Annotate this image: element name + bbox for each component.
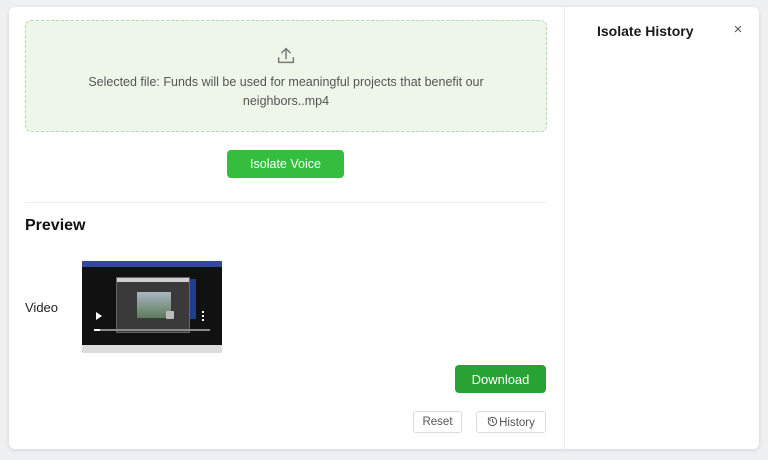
file-upload-zone[interactable]: Selected file: Funds will be used for me…: [25, 20, 547, 132]
app-card: Selected file: Funds will be used for me…: [9, 7, 759, 449]
section-divider: [25, 202, 546, 203]
history-button-label: History: [499, 416, 535, 429]
isolate-voice-button[interactable]: Isolate Voice: [227, 150, 344, 178]
video-progress-bar[interactable]: [94, 329, 210, 331]
video-preview[interactable]: [82, 261, 222, 353]
volume-icon[interactable]: [166, 311, 174, 319]
video-frame-window: [116, 277, 190, 333]
play-icon[interactable]: [96, 312, 102, 320]
upload-icon: [277, 47, 295, 64]
history-button[interactable]: History: [476, 411, 546, 433]
video-label: Video: [25, 300, 59, 315]
video-frame: [82, 267, 222, 345]
history-icon: [487, 416, 498, 426]
download-button[interactable]: Download: [455, 365, 546, 393]
history-sidebar: Isolate History ×: [564, 7, 759, 449]
more-options-icon[interactable]: [202, 311, 205, 321]
preview-title: Preview: [25, 217, 86, 234]
sidebar-title: Isolate History: [597, 23, 694, 39]
close-icon[interactable]: ×: [730, 22, 746, 38]
reset-button[interactable]: Reset: [413, 411, 462, 433]
selected-file-text: Selected file: Funds will be used for me…: [88, 75, 484, 108]
video-progress-fill: [94, 329, 100, 331]
main-panel: Selected file: Funds will be used for me…: [9, 7, 569, 449]
